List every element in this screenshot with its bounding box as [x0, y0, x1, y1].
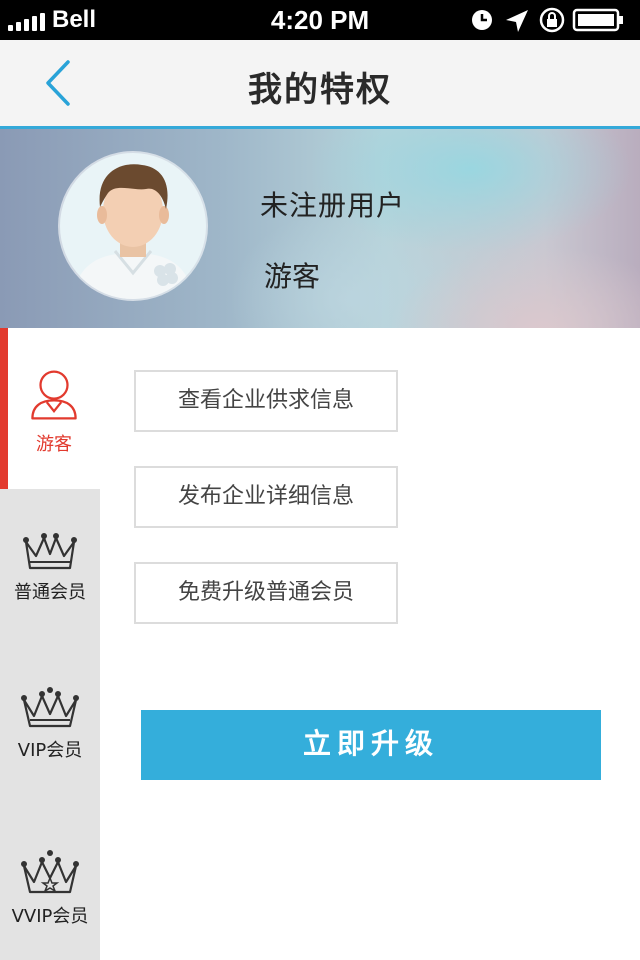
user-name: 未注册用户: [260, 189, 406, 222]
profile-banner: 未注册用户 游客: [0, 129, 640, 328]
upgrade-now-button[interactable]: 立即升级: [141, 710, 601, 780]
sidebar-item-guest[interactable]: 游客: [0, 328, 100, 489]
avatar[interactable]: [60, 153, 206, 299]
member-level-sidebar: 游客 普通会员 VIP会员 VVIP会员: [0, 328, 100, 960]
sidebar-item-vip-member[interactable]: VIP会员: [0, 686, 100, 806]
battery-icon: [572, 8, 623, 32]
publish-company-info-button[interactable]: 发布企业详细信息: [134, 466, 398, 528]
page-title: 我的特权: [248, 70, 392, 110]
user-avatar-icon: [72, 164, 194, 299]
location-arrow-icon: [506, 10, 528, 32]
sidebar-item-label: 普通会员: [14, 582, 86, 603]
nav-bar: 我的特权: [0, 40, 640, 129]
crown-icon: [21, 687, 79, 728]
status-icons: [472, 7, 623, 33]
sidebar-item-regular-member[interactable]: 普通会员: [0, 528, 100, 648]
view-supply-demand-button[interactable]: 查看企业供求信息: [134, 370, 398, 432]
rotation-lock-icon: [539, 7, 565, 33]
person-icon: [31, 370, 77, 420]
crown-star-icon: [21, 850, 79, 894]
sidebar-item-vvip-member[interactable]: VVIP会员: [0, 848, 100, 960]
alarm-clock-icon: [472, 10, 492, 30]
status-bar: Bell 4:20 PM: [0, 0, 640, 40]
sidebar-item-label: VVIP会员: [11, 906, 89, 927]
free-upgrade-button[interactable]: 免费升级普通会员: [134, 562, 398, 624]
crown-icon: [23, 533, 77, 570]
user-level: 游客: [264, 260, 321, 293]
sidebar-item-label: VIP会员: [17, 740, 83, 761]
sidebar-item-label: 游客: [36, 434, 72, 455]
